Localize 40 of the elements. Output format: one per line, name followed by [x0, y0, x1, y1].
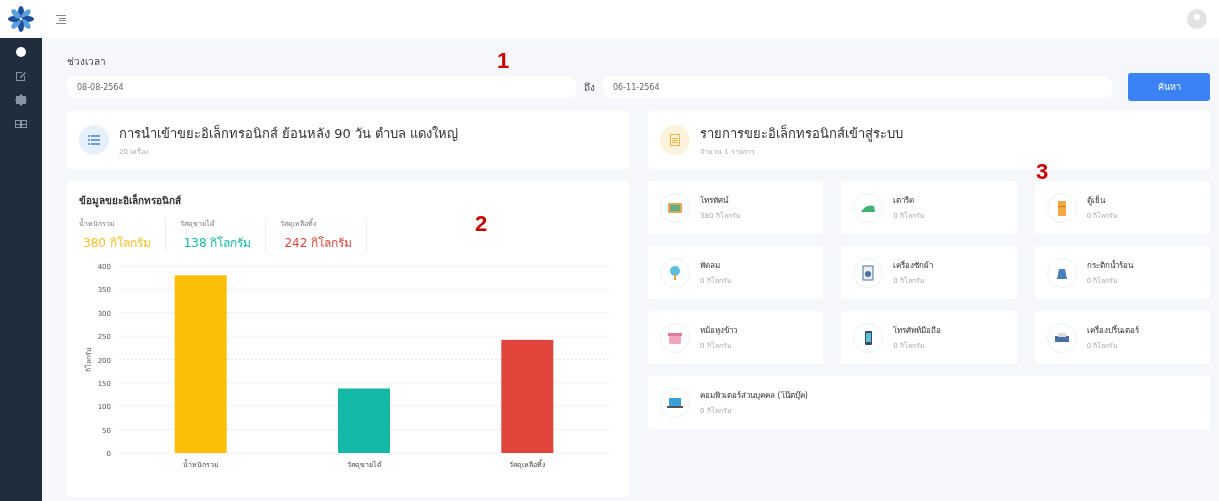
iron-icon: [861, 205, 876, 212]
menu-icon[interactable]: [56, 14, 66, 24]
bar: [338, 388, 390, 453]
washing-machine-icon: [862, 265, 874, 280]
search-button[interactable]: ค้นหา: [1128, 73, 1210, 101]
annotation-number: 1: [497, 48, 510, 74]
appliance-name: พัดลม: [700, 260, 721, 272]
tv-icon: [668, 202, 682, 213]
stat-value: 380 กิโลกรัม: [82, 235, 151, 252]
chart-title: ข้อมูลขยะอิเล็กทรอนิกส์: [79, 193, 182, 208]
kettle-icon: [1056, 268, 1067, 279]
period-label: ช่วงเวลา: [67, 55, 106, 69]
fan-icon: [670, 265, 680, 280]
summary-title: รายการขยะอิเล็กทรอนิกส์เข้าสู่ระบบ: [700, 123, 903, 144]
edit-icon[interactable]: [15, 70, 27, 82]
phone-icon: [865, 330, 873, 345]
appliance-name: กระติกน้ำร้อน: [1086, 259, 1133, 272]
appliance-name: คอมพิวเตอร์ส่วนบุคคล (โน๊ตบุ๊ค): [700, 390, 808, 402]
printer-icon: [1054, 332, 1069, 342]
appliance-name: หม้อหุงข้าว: [700, 325, 737, 337]
start-date-field[interactable]: 08-08-2564: [67, 76, 576, 98]
to-label: ถึง: [584, 80, 595, 95]
logo-icon: [8, 6, 34, 32]
rice-cooker-icon: [668, 332, 682, 344]
fridge-icon: [1057, 200, 1066, 216]
stat-value: 242 กิโลกรัม: [283, 235, 353, 252]
summary-title: การนำเข้าขยะอิเล็กทรอนิกส์ ย้อนหลัง 90 วัน ตำบล แดงใหญ่: [119, 123, 459, 143]
appliance-name: เครื่องซักผ้า: [893, 259, 934, 272]
end-date-field[interactable]: 06-11-2564: [603, 76, 1112, 98]
annotation-number: 2: [475, 211, 488, 237]
appliance-name: เครื่องปริ้นเตอร์: [1086, 324, 1139, 337]
table-icon[interactable]: [15, 118, 27, 130]
document-icon: [670, 134, 680, 146]
appliance-name: เตารีด: [893, 195, 916, 207]
appliance-name: โทรทัศน์: [700, 195, 730, 207]
list-icon: [88, 135, 100, 145]
appliance-name: โทรศัพท์มือถือ: [893, 325, 942, 337]
laptop-icon: [667, 397, 683, 408]
appliance-name: ตู้เย็น: [1086, 194, 1107, 207]
stat-value: 138 กิโลกรัม: [182, 235, 252, 252]
